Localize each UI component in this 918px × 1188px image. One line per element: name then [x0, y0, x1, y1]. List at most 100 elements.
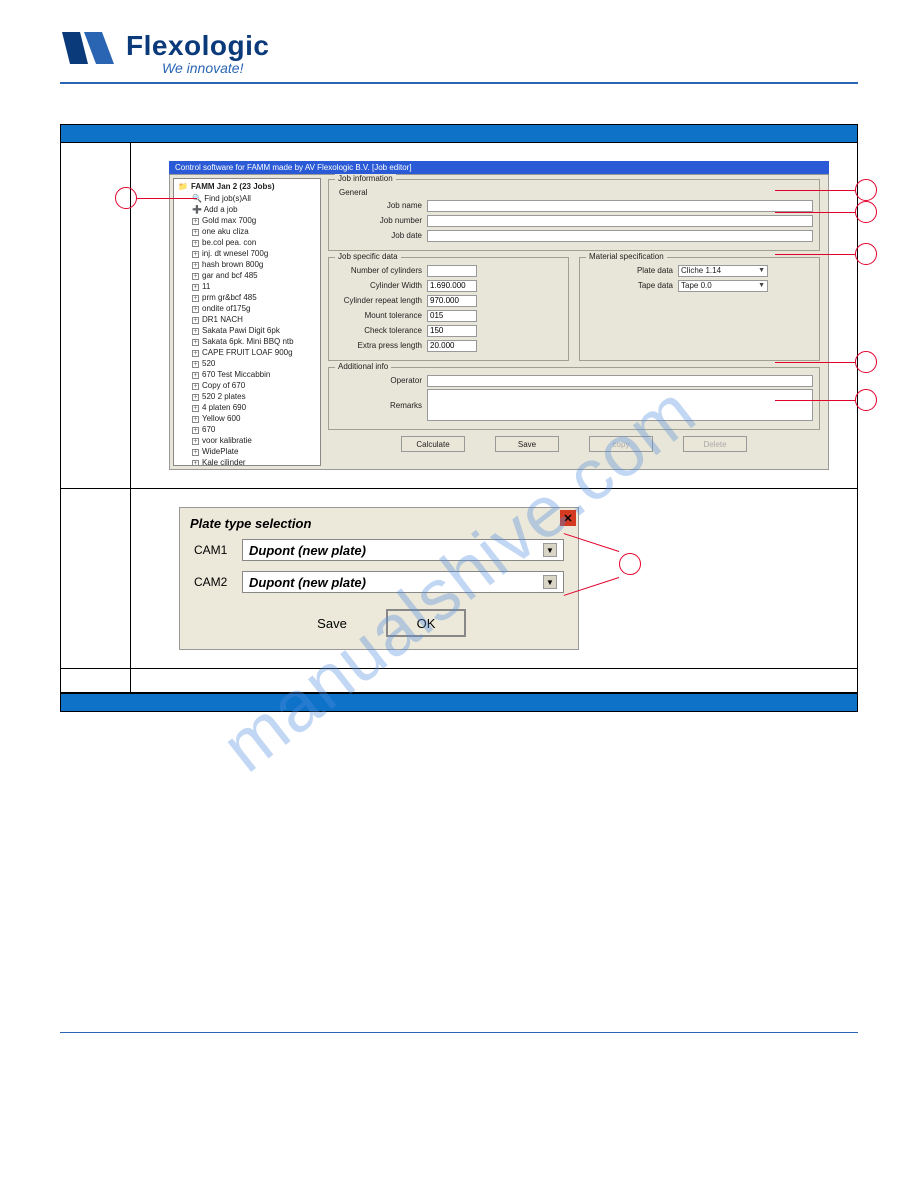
- tree-item[interactable]: +520 2 plates: [178, 391, 316, 402]
- tree-item[interactable]: +670 Test Miccabbin: [178, 369, 316, 380]
- select-cam1[interactable]: Dupont (new plate) ▼: [242, 539, 564, 561]
- group-material-spec: Material specification Plate data Cliche…: [579, 257, 820, 361]
- tree-item[interactable]: +11: [178, 281, 316, 292]
- label-jobnumber: Job number: [335, 216, 427, 225]
- screenshot-job-editor: Control software for FAMM made by AV Fle…: [169, 161, 829, 470]
- tree-add[interactable]: ➕ Add a job: [178, 204, 316, 215]
- input-mounttol[interactable]: [427, 310, 477, 322]
- tree-item[interactable]: +670: [178, 424, 316, 435]
- input-cylrep[interactable]: [427, 295, 477, 307]
- tree-item[interactable]: +ondite of175g: [178, 303, 316, 314]
- ok-button[interactable]: OK: [386, 609, 466, 637]
- annotation-circle: [855, 201, 877, 223]
- tree-find[interactable]: 🔍 Find job(s)All: [178, 193, 316, 204]
- label-numcyl: Number of cylinders: [335, 266, 427, 275]
- annotation-line: [775, 362, 855, 363]
- select-platedata[interactable]: Cliche 1.14▼: [678, 265, 768, 277]
- tree-item[interactable]: +Copy of 670: [178, 380, 316, 391]
- section-bar-top: [61, 125, 857, 143]
- calculate-button[interactable]: Calculate: [401, 436, 465, 452]
- label-cylrep: Cylinder repeat length: [335, 296, 427, 305]
- annotation-circle: [855, 243, 877, 265]
- chevron-down-icon: ▼: [758, 282, 765, 289]
- annotation-circle: [855, 351, 877, 373]
- label-mounttol: Mount tolerance: [335, 311, 427, 320]
- screenshot-plate-type-selection: ✕ Plate type selection CAM1 Dupont (new …: [179, 507, 579, 650]
- tree-item[interactable]: +Yellow 600: [178, 413, 316, 424]
- tree-item[interactable]: +Kale cilinder: [178, 457, 316, 466]
- annotation-circle: [855, 179, 877, 201]
- label-cylwidth: Cylinder Width: [335, 281, 427, 290]
- save-button[interactable]: Save: [292, 609, 372, 637]
- tree-item[interactable]: +voor kalibratie: [178, 435, 316, 446]
- section-bar-bottom: [61, 693, 857, 711]
- subheading-general: General: [339, 188, 813, 197]
- annotation-line: [137, 198, 197, 199]
- input-jobdate[interactable]: [427, 230, 813, 242]
- folder-icon: 📁: [178, 182, 188, 191]
- tree-item[interactable]: +Sakata Pawi Digit 6pk: [178, 325, 316, 336]
- tree-item[interactable]: +CAPE FRUIT LOAF 900g: [178, 347, 316, 358]
- tree-item[interactable]: +WidePlate: [178, 446, 316, 457]
- header-divider: [60, 82, 858, 84]
- label-remarks: Remarks: [335, 401, 427, 410]
- tree-item[interactable]: +4 platen 690: [178, 402, 316, 413]
- input-jobnumber[interactable]: [427, 215, 813, 227]
- select-cam2[interactable]: Dupont (new plate) ▼: [242, 571, 564, 593]
- annotation-circle: [619, 553, 641, 575]
- logo-brand: Flexologic: [126, 30, 269, 62]
- close-icon[interactable]: ✕: [560, 510, 576, 526]
- annotation-circle: [855, 389, 877, 411]
- input-jobname[interactable]: [427, 200, 813, 212]
- chevron-down-icon: ▼: [543, 575, 557, 589]
- tree-item[interactable]: +be.col pea. con: [178, 237, 316, 248]
- label-platedata: Plate data: [586, 266, 678, 275]
- label-operator: Operator: [335, 376, 427, 385]
- tree-item[interactable]: +520: [178, 358, 316, 369]
- annotation-line: [775, 400, 855, 401]
- label-checktol: Check tolerance: [335, 326, 427, 335]
- logo-icon: [60, 30, 116, 68]
- tree-item[interactable]: +DR1 NACH: [178, 314, 316, 325]
- input-remarks[interactable]: [427, 389, 813, 421]
- input-checktol[interactable]: [427, 325, 477, 337]
- tree-item[interactable]: +prm gr&bcf 485: [178, 292, 316, 303]
- chevron-down-icon: ▼: [543, 543, 557, 557]
- annotation-circle: [115, 187, 137, 209]
- tree-item[interactable]: +one aku cliza: [178, 226, 316, 237]
- chevron-down-icon: ▼: [758, 267, 765, 274]
- select-tapedata[interactable]: Tape 0.0▼: [678, 280, 768, 292]
- tree-item[interactable]: +inj. dt wnesel 700g: [178, 248, 316, 259]
- group-job-specific-data: Job specific data Number of cylinders Cy…: [328, 257, 569, 361]
- input-extrapress[interactable]: [427, 340, 477, 352]
- label-tapedata: Tape data: [586, 281, 678, 290]
- footer-divider: [60, 1032, 858, 1033]
- label-extrapress: Extra press length: [335, 341, 427, 350]
- logo: Flexologic We innovate!: [60, 30, 858, 76]
- input-numcyl[interactable]: [427, 265, 477, 277]
- input-operator[interactable]: [427, 375, 813, 387]
- job-tree[interactable]: 📁FAMM Jan 2 (23 Jobs) 🔍 Find job(s)All ➕…: [173, 178, 321, 466]
- tree-item[interactable]: +Gold max 700g: [178, 215, 316, 226]
- label-jobname: Job name: [335, 201, 427, 210]
- tree-root: FAMM Jan 2 (23 Jobs): [191, 182, 275, 191]
- dialog-title: Plate type selection: [180, 508, 578, 535]
- window-titlebar: Control software for FAMM made by AV Fle…: [169, 161, 829, 174]
- tree-item[interactable]: +gar and bcf 485: [178, 270, 316, 281]
- annotation-line: [775, 212, 855, 213]
- tree-item[interactable]: +hash brown 800g: [178, 259, 316, 270]
- input-cylwidth[interactable]: [427, 280, 477, 292]
- copy-button[interactable]: copy: [589, 436, 653, 452]
- save-button[interactable]: Save: [495, 436, 559, 452]
- document-table: Control software for FAMM made by AV Fle…: [60, 124, 858, 712]
- label-cam1: CAM1: [194, 543, 242, 557]
- annotation-line: [775, 254, 855, 255]
- group-job-information: Job information General Job name Job num…: [328, 179, 820, 251]
- group-additional-info: Additional info Operator Remarks: [328, 367, 820, 430]
- label-cam2: CAM2: [194, 575, 242, 589]
- label-jobdate: Job date: [335, 231, 427, 240]
- logo-tagline: We innovate!: [162, 60, 269, 76]
- annotation-line: [775, 190, 855, 191]
- tree-item[interactable]: +Sakata 6pk. Mini BBQ ntb: [178, 336, 316, 347]
- delete-button[interactable]: Delete: [683, 436, 747, 452]
